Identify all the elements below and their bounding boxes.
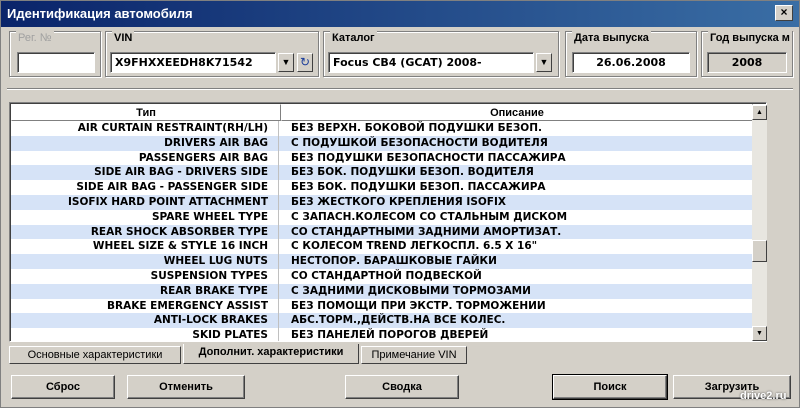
window-title: Идентификация автомобиля: [7, 6, 193, 21]
release-date-group: Дата выпуска 26.06.2008: [565, 31, 697, 77]
catalog-dropdown-button[interactable]: ▼: [536, 53, 552, 72]
cell-type: ANTI-LOCK BRAKES: [11, 313, 279, 329]
tab-vin-note[interactable]: Примечание VIN: [361, 346, 467, 364]
tab-additional-characteristics[interactable]: Дополнит. характеристики: [183, 344, 359, 364]
cell-type: ISOFIX HARD POINT ATTACHMENT: [11, 194, 279, 210]
catalog-select[interactable]: Focus CB4 (GCAT) 2008-: [328, 52, 534, 73]
catalog-group: Каталог Focus CB4 (GCAT) 2008- ▼: [323, 31, 559, 77]
table-row[interactable]: WHEEL SIZE & STYLE 16 INCH С КОЛЕСОМ TREN…: [11, 239, 753, 255]
arrow-down-icon: ▼: [756, 330, 763, 337]
cell-type: DRIVERS AIR BAG: [11, 135, 279, 151]
vin-field[interactable]: X9FHXXEEDH8K71542: [110, 52, 276, 73]
table-row[interactable]: SPARE WHEEL TYPE С ЗАПАСН.КОЛЕСОМ СО СТАЛ…: [11, 209, 753, 225]
cell-type: SPARE WHEEL TYPE: [11, 209, 279, 225]
scroll-thumb[interactable]: [752, 240, 767, 262]
cell-description: С ЗАДНИМИ ДИСКОВЫМИ ТОРМОЗАМИ: [291, 284, 531, 297]
table-row[interactable]: ISOFIX HARD POINT ATTACHMENT БЕЗ ЖЕСТКОГО…: [11, 194, 753, 210]
table-row[interactable]: WHEEL LUG NUTS НЕСТОПОР. БАРАШКОВЫЕ ГАЙКИ: [11, 254, 753, 269]
table-row[interactable]: AIR CURTAIN RESTRAINT(RH/LH) БЕЗ ВЕРХН. Б…: [11, 121, 753, 136]
reg-number-group: Рег. №: [9, 31, 101, 77]
cell-type: WHEEL SIZE & STYLE 16 INCH: [11, 239, 279, 255]
cell-description: БЕЗ ВЕРХН. БОКОВОЙ ПОДУШКИ БЕЗОП.: [291, 122, 542, 134]
cell-type: REAR BRAKE TYPE: [11, 283, 279, 299]
vin-refresh-button[interactable]: ↻: [297, 53, 313, 72]
cell-description: С КОЛЕСОМ TREND ЛЕГКОСПЛ. 6.5 X 16": [291, 240, 538, 253]
release-year-label: Год выпуска м: [708, 31, 792, 45]
table-row[interactable]: BRAKE EMERGENCY ASSIST БЕЗ ПОМОЩИ ПРИ ЭКС…: [11, 298, 753, 314]
cancel-button[interactable]: Отменить: [127, 375, 245, 399]
cell-description: СО СТАНДАРТНОЙ ПОДВЕСКОЙ: [291, 269, 482, 282]
release-date-label: Дата выпуска: [572, 31, 651, 45]
cell-type: BRAKE EMERGENCY ASSIST: [11, 298, 279, 314]
search-button[interactable]: Поиск: [552, 374, 668, 400]
close-button[interactable]: ×: [775, 5, 793, 21]
cell-type: SKID PLATES: [11, 328, 279, 341]
close-icon: ×: [780, 5, 788, 19]
scroll-down-button[interactable]: ▼: [752, 326, 767, 341]
column-header-type[interactable]: Тип: [11, 104, 281, 121]
identification-window: Идентификация автомобиля × Рег. № VIN X9…: [0, 0, 800, 408]
cell-description: БЕЗ ПОМОЩИ ПРИ ЭКСТР. ТОРМОЖЕНИИ: [291, 299, 546, 312]
cell-description: НЕСТОПОР. БАРАШКОВЫЕ ГАЙКИ: [291, 255, 497, 268]
reset-button[interactable]: Сброс: [11, 375, 115, 399]
cell-description: С ПОДУШКОЙ БЕЗОПАСНОСТИ ВОДИТЕЛЯ: [291, 136, 548, 149]
reg-number-label: Рег. №: [16, 31, 54, 45]
cell-type: PASSENGERS AIR BAG: [11, 150, 279, 166]
cell-type: AIR CURTAIN RESTRAINT(RH/LH): [11, 121, 279, 136]
characteristics-grid[interactable]: Тип Описание AIR CURTAIN RESTRAINT(RH/LH…: [9, 102, 767, 342]
table-row[interactable]: SUSPENSION TYPES СО СТАНДАРТНОЙ ПОДВЕСКОЙ: [11, 268, 753, 284]
grid-rows: AIR CURTAIN RESTRAINT(RH/LH) БЕЗ ВЕРХН. Б…: [11, 121, 753, 342]
scroll-up-button[interactable]: ▲: [752, 105, 767, 120]
summary-button[interactable]: Сводка: [345, 375, 459, 399]
cell-description: БЕЗ БОК. ПОДУШКИ БЕЗОП. ВОДИТЕЛЯ: [291, 166, 534, 179]
cell-description: БЕЗ ЖЕСТКОГО КРЕПЛЕНИЯ ISOFIX: [291, 195, 506, 208]
release-year-group: Год выпуска м 2008: [701, 31, 793, 77]
table-row[interactable]: PASSENGERS AIR BAG БЕЗ ПОДУШКИ БЕЗОПАСНОС…: [11, 150, 753, 166]
cell-type: WHEEL LUG NUTS: [11, 254, 279, 269]
vertical-scrollbar[interactable]: ▲ ▼: [752, 105, 767, 341]
cell-type: SIDE AIR BAG - PASSENGER SIDE: [11, 180, 279, 195]
cell-description: АБС.ТОРМ.,ДЕЙСТВ.НА ВСЕ КОЛЕС.: [291, 314, 506, 327]
table-row[interactable]: ANTI-LOCK BRAKES АБС.ТОРМ.,ДЕЙСТВ.НА ВСЕ …: [11, 313, 753, 329]
release-year-field: 2008: [707, 52, 787, 73]
watermark: drive2.ru: [740, 390, 787, 402]
catalog-label: Каталог: [330, 31, 377, 45]
table-row[interactable]: REAR SHOCK ABSORBER TYPE СО СТАНДАРТНЫМИ …: [11, 224, 753, 240]
cell-description: БЕЗ БОК. ПОДУШКИ БЕЗОП. ПАССАЖИРА: [291, 181, 546, 194]
cell-type: REAR SHOCK ABSORBER TYPE: [11, 224, 279, 240]
cell-type: SIDE AIR BAG - DRIVERS SIDE: [11, 165, 279, 181]
table-row[interactable]: REAR BRAKE TYPE С ЗАДНИМИ ДИСКОВЫМИ ТОРМО…: [11, 283, 753, 299]
vin-label: VIN: [112, 31, 135, 45]
divider: [7, 88, 793, 90]
dropdown-arrow-icon: ▼: [281, 57, 291, 67]
table-row[interactable]: SIDE AIR BAG - PASSENGER SIDE БЕЗ БОК. ПО…: [11, 180, 753, 195]
tab-main-characteristics[interactable]: Основные характеристики: [9, 346, 181, 364]
cell-description: С ЗАПАСН.КОЛЕСОМ СО СТАЛЬНЫМ ДИСКОМ: [291, 210, 568, 223]
vin-dropdown-button[interactable]: ▼: [278, 53, 294, 72]
table-row[interactable]: SKID PLATES БЕЗ ПАНЕЛЕЙ ПОРОГОВ ДВЕРЕЙ: [11, 328, 753, 342]
refresh-icon: ↻: [299, 55, 311, 69]
dropdown-arrow-icon: ▼: [539, 57, 549, 67]
cell-description: БЕЗ ПАНЕЛЕЙ ПОРОГОВ ДВЕРЕЙ: [291, 329, 489, 342]
table-row[interactable]: SIDE AIR BAG - DRIVERS SIDE БЕЗ БОК. ПОДУ…: [11, 165, 753, 181]
title-bar[interactable]: Идентификация автомобиля ×: [1, 1, 799, 27]
cell-type: SUSPENSION TYPES: [11, 268, 279, 284]
cell-description: СО СТАНДАРТНЫМИ ЗАДНИМИ АМОРТИЗАТ.: [291, 225, 562, 238]
column-header-description[interactable]: Описание: [281, 104, 753, 121]
table-row[interactable]: DRIVERS AIR BAG С ПОДУШКОЙ БЕЗОПАСНОСТИ В…: [11, 135, 753, 151]
vin-group: VIN X9FHXXEEDH8K71542 ▼ ↻: [105, 31, 319, 77]
arrow-up-icon: ▲: [756, 109, 763, 116]
reg-number-field[interactable]: [17, 52, 95, 73]
release-date-field[interactable]: 26.06.2008: [572, 52, 690, 73]
cell-description: БЕЗ ПОДУШКИ БЕЗОПАСНОСТИ ПАССАЖИРА: [291, 151, 566, 164]
